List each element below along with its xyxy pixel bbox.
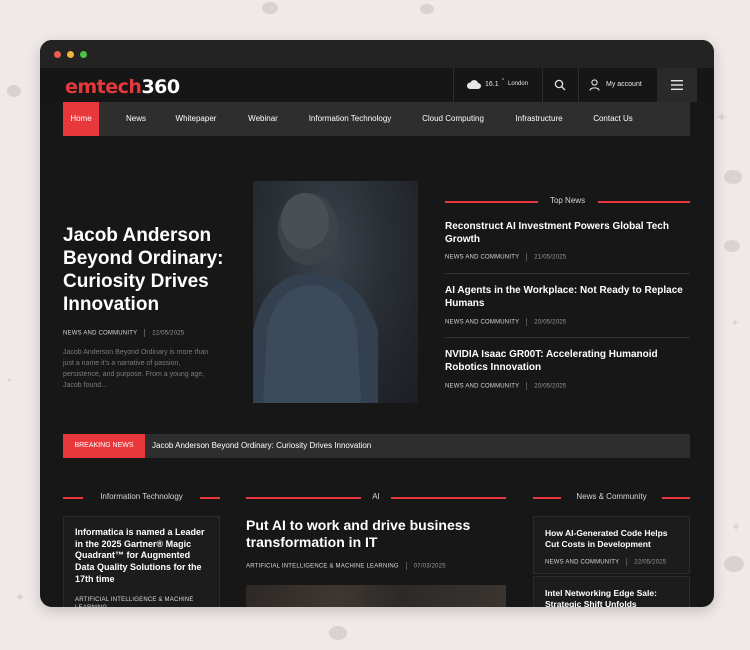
weather-widget: 16.1 ° London: [453, 68, 543, 102]
top-news-meta: NEWS AND COMMUNITY 20/05/2025: [445, 318, 566, 326]
cloud-icon: [466, 79, 481, 90]
ai-article-title[interactable]: Put AI to work and drive business transf…: [246, 517, 506, 551]
window-titlebar: [40, 40, 714, 68]
section-label: News & Community: [576, 492, 647, 501]
breaking-news-headline[interactable]: Jacob Anderson Beyond Ordinary: Curiosit…: [152, 434, 371, 458]
nav-item-whitepaper[interactable]: Whitepaper: [166, 102, 226, 136]
hero-category[interactable]: NEWS AND COMMUNITY: [63, 331, 137, 337]
sparkle-icon: ✦: [731, 520, 742, 534]
hamburger-menu-button[interactable]: [657, 68, 697, 102]
nav-item-news[interactable]: News: [115, 102, 157, 136]
top-news-meta: NEWS AND COMMUNITY 20/05/2025: [445, 382, 566, 390]
top-news-title[interactable]: NVIDIA Isaac GR00T: Accelerating Humanoi…: [445, 348, 690, 374]
site-header: emtech360 16.1 ° London My account: [40, 68, 714, 102]
browser-window: emtech360 16.1 ° London My account Home …: [40, 40, 714, 607]
hero-date: 22/05/2025: [152, 330, 185, 337]
meta-separator: [526, 253, 528, 261]
top-news-date: 20/05/2025: [534, 319, 567, 326]
ai-article-image[interactable]: [246, 585, 506, 607]
meta-separator: [626, 558, 628, 566]
top-news-category[interactable]: NEWS AND COMMUNITY: [445, 255, 519, 261]
weather-city: London: [508, 81, 529, 87]
top-news-category[interactable]: NEWS AND COMMUNITY: [445, 320, 519, 326]
community-article-date: 22/05/2025: [634, 559, 667, 566]
top-news-meta: NEWS AND COMMUNITY 21/05/2025: [445, 253, 566, 261]
meta-separator: [405, 562, 407, 570]
community-article-card[interactable]: Intel Networking Edge Sale: Strategic Sh…: [533, 576, 690, 607]
it-article-category[interactable]: ARTIFICIAL INTELLIGENCE & MACHINE LEARNI…: [75, 596, 210, 607]
ai-article-category[interactable]: ARTIFICIAL INTELLIGENCE & MACHINE LEARNI…: [246, 564, 399, 570]
minimize-window-button[interactable]: [67, 51, 74, 58]
top-news-title[interactable]: Reconstruct AI Investment Powers Global …: [445, 220, 690, 246]
top-news-title[interactable]: AI Agents in the Workplace: Not Ready to…: [445, 284, 690, 310]
background-blob: [420, 4, 434, 14]
search-icon: [554, 79, 566, 91]
search-button[interactable]: [542, 68, 579, 102]
top-news-category[interactable]: NEWS AND COMMUNITY: [445, 384, 519, 390]
logo-text-main: emtech: [65, 76, 142, 98]
close-window-button[interactable]: [54, 51, 61, 58]
weather-unit: °: [502, 78, 504, 84]
divider: [445, 273, 690, 274]
community-article-meta: NEWS AND COMMUNITY 22/05/2025: [545, 558, 666, 566]
meta-separator: [144, 329, 146, 337]
top-news-label: Top News: [549, 196, 586, 205]
section-label: AI: [372, 492, 380, 501]
ai-article-date: 07/03/2025: [413, 563, 446, 570]
section-heading-information-technology: Information Technology: [63, 492, 220, 504]
nav-item-webinar[interactable]: Webinar: [239, 102, 287, 136]
site-logo[interactable]: emtech360: [65, 76, 180, 98]
logo-text-suffix: 360: [141, 76, 180, 98]
nav-item-infrastructure[interactable]: Infrastructure: [505, 102, 573, 136]
it-article-title[interactable]: Informatica is named a Leader in the 202…: [75, 527, 210, 586]
top-news-date: 20/05/2025: [534, 383, 567, 390]
background-blob: [7, 85, 21, 97]
main-navigation: Home News Whitepaper Webinar Information…: [63, 102, 690, 136]
hero-meta: NEWS AND COMMUNITY 22/05/2025: [63, 329, 184, 337]
nav-item-cloud-computing[interactable]: Cloud Computing: [415, 102, 491, 136]
divider: [445, 337, 690, 338]
section-heading-ai: AI: [246, 492, 506, 504]
it-article-card[interactable]: Informatica is named a Leader in the 202…: [63, 516, 220, 607]
top-news-heading: Top News: [445, 196, 690, 208]
weather-temperature: 16.1: [485, 81, 499, 88]
background-blob: [329, 626, 347, 640]
sparkle-icon: ✦: [731, 318, 740, 329]
hamburger-icon: [671, 80, 683, 90]
background-blob: [724, 240, 740, 252]
nav-item-contact-us[interactable]: Contact Us: [585, 102, 641, 136]
community-article-title[interactable]: How AI-Generated Code Helps Cut Costs in…: [545, 528, 683, 550]
nav-item-home[interactable]: Home: [63, 102, 99, 136]
user-icon: [589, 79, 600, 91]
section-heading-news-community: News & Community: [533, 492, 690, 504]
ai-article-meta: ARTIFICIAL INTELLIGENCE & MACHINE LEARNI…: [246, 562, 446, 570]
breaking-news-badge: BREAKING NEWS: [63, 434, 145, 458]
background-blob: [724, 556, 744, 572]
meta-separator: [526, 382, 528, 390]
community-article-category[interactable]: NEWS AND COMMUNITY: [545, 560, 619, 566]
hero-headline[interactable]: Jacob Anderson Beyond Ordinary: Curiosit…: [63, 224, 238, 316]
meta-separator: [526, 318, 528, 326]
section-label: Information Technology: [100, 492, 183, 501]
sparkle-icon: ✦: [6, 376, 13, 385]
sparkle-icon: ✦: [716, 110, 728, 126]
community-article-title[interactable]: Intel Networking Edge Sale: Strategic Sh…: [545, 588, 683, 607]
hero-excerpt: Jacob Anderson Beyond Ordinary is more t…: [63, 349, 209, 389]
top-news-date: 21/05/2025: [534, 254, 567, 261]
my-account-link[interactable]: My account: [579, 68, 657, 102]
sparkle-icon: ✦: [14, 590, 26, 606]
maximize-window-button[interactable]: [80, 51, 87, 58]
breaking-news-bar: BREAKING NEWS Jacob Anderson Beyond Ordi…: [63, 434, 690, 458]
community-article-card[interactable]: How AI-Generated Code Helps Cut Costs in…: [533, 516, 690, 574]
nav-item-information-technology[interactable]: Information Technology: [300, 102, 400, 136]
background-blob: [724, 170, 742, 184]
hero-image[interactable]: [253, 181, 418, 403]
my-account-label: My account: [606, 81, 642, 88]
background-blob: [262, 2, 278, 14]
